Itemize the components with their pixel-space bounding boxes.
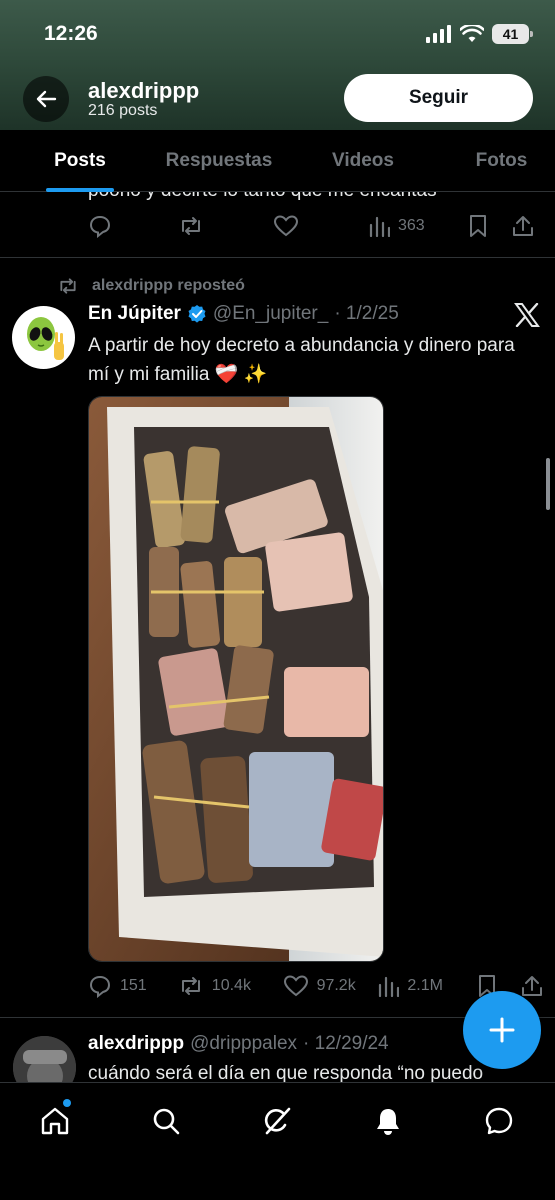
share-button[interactable] xyxy=(512,214,534,238)
nav-messages[interactable] xyxy=(479,1101,519,1141)
messages-icon xyxy=(485,1107,513,1135)
repost-label: alexdrippp reposteó xyxy=(92,277,245,294)
views-button[interactable]: 363 xyxy=(368,215,468,237)
repost-button[interactable] xyxy=(178,214,273,238)
tweet-text: A partir de hoy decreto a abundancia y d… xyxy=(88,335,515,385)
active-tab-indicator xyxy=(46,188,114,192)
author-name[interactable]: En Júpiter xyxy=(88,303,181,325)
bottom-navigation xyxy=(0,1082,555,1200)
profile-name: alexdrippp xyxy=(88,78,200,103)
x-logo-icon xyxy=(514,302,540,332)
arrow-left-icon xyxy=(36,90,57,108)
tab-fotos[interactable]: Fotos xyxy=(448,130,555,192)
nav-grok[interactable] xyxy=(257,1101,297,1141)
plus-icon xyxy=(489,1017,515,1043)
views-count: 2.1M xyxy=(407,977,443,994)
reply-button[interactable]: 151 xyxy=(88,974,178,998)
reply-button[interactable] xyxy=(88,214,178,238)
author-name[interactable]: alexdrippp xyxy=(88,1033,184,1055)
cash-drawer-photo xyxy=(89,397,383,961)
repost-icon xyxy=(60,278,76,294)
tab-videos-label: Videos xyxy=(332,150,394,171)
post-divider xyxy=(0,257,555,258)
heart-icon xyxy=(273,215,299,237)
battery-level: 41 xyxy=(502,26,519,42)
share-icon xyxy=(522,976,543,996)
like-button[interactable]: 97.2k xyxy=(283,974,378,998)
previous-post-actions: 363 xyxy=(88,211,543,241)
alien-avatar-icon xyxy=(26,316,64,360)
repost-indicator: alexdrippp reposteó xyxy=(56,276,245,296)
nav-home[interactable] xyxy=(35,1099,75,1141)
repost-icon xyxy=(182,217,200,235)
bookmark-icon xyxy=(470,215,486,237)
notification-dot xyxy=(63,1099,71,1107)
repost-count: 10.4k xyxy=(211,977,251,994)
post-date: · 1/2/25 xyxy=(334,303,399,324)
search-icon xyxy=(153,1108,180,1135)
tab-posts[interactable]: Posts xyxy=(0,130,160,192)
follow-button[interactable]: Seguir xyxy=(344,74,533,122)
author-handle[interactable]: @En_jupiter_ xyxy=(213,303,328,325)
avatar[interactable] xyxy=(12,306,75,369)
profile-tabs: Posts Respuestas Videos Fotos xyxy=(0,130,555,192)
compose-post-button[interactable] xyxy=(463,991,541,1069)
reply-count: 151 xyxy=(120,977,147,994)
like-button[interactable] xyxy=(273,214,368,238)
status-icons: 41 xyxy=(426,24,533,44)
views-button[interactable]: 2.1M xyxy=(377,975,477,997)
tab-respuestas[interactable]: Respuestas xyxy=(160,130,278,192)
tweet-actions: 151 10.4k 97.2k 2.1M xyxy=(88,971,543,1001)
signal-icon xyxy=(426,25,451,43)
status-time: 12:26 xyxy=(44,22,98,45)
status-bar: 12:26 41 xyxy=(0,0,555,70)
share-icon xyxy=(513,216,533,236)
reply-icon xyxy=(89,975,111,998)
bookmark-button[interactable] xyxy=(468,214,512,238)
tab-respuestas-label: Respuestas xyxy=(165,150,273,171)
back-button[interactable] xyxy=(23,76,69,122)
nav-notifications[interactable] xyxy=(368,1101,408,1141)
grok-icon xyxy=(264,1107,291,1135)
views-count: 363 xyxy=(398,217,425,234)
verified-badge-icon xyxy=(188,305,206,323)
views-chart-icon xyxy=(379,976,400,997)
bell-icon xyxy=(377,1109,399,1135)
tab-posts-label: Posts xyxy=(54,150,106,171)
tab-videos[interactable]: Videos xyxy=(278,130,448,192)
tweet-header: En Júpiter @En_jupiter_ · 1/2/25 xyxy=(88,303,399,325)
tweet-header: alexdrippp @dripppalex · 12/29/24 xyxy=(88,1033,389,1055)
tab-fotos-label: Fotos xyxy=(475,150,528,171)
nav-search[interactable] xyxy=(146,1101,186,1141)
share-button[interactable] xyxy=(521,974,543,998)
profile-post-count: 216 posts xyxy=(88,102,158,119)
repost-button[interactable]: 10.4k xyxy=(178,974,283,998)
home-icon xyxy=(41,1107,69,1135)
post-date: · 12/29/24 xyxy=(303,1033,389,1054)
heart-icon xyxy=(283,975,308,997)
scrollbar-thumb[interactable] xyxy=(546,458,550,510)
repost-icon xyxy=(181,977,200,995)
reply-icon xyxy=(89,215,111,238)
views-chart-icon xyxy=(369,216,390,237)
battery-indicator: 41 xyxy=(492,24,533,44)
like-count: 97.2k xyxy=(316,977,356,994)
tweet-media-image[interactable] xyxy=(88,396,384,962)
author-handle[interactable]: @dripppalex xyxy=(190,1033,297,1055)
wifi-icon xyxy=(460,25,484,42)
